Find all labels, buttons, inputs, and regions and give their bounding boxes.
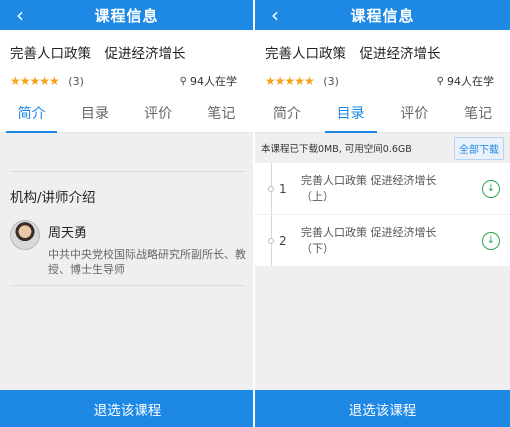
learner-count: ⚲ 94人在学 [180, 73, 237, 89]
chapter-item[interactable]: 2 完善人口政策 促进经济增长（下） ↓ [255, 215, 510, 267]
chapter-item[interactable]: 1 完善人口政策 促进经济增长（上） ↓ [255, 163, 510, 215]
course-info: 完善人口政策 促进经济增长 ★★★★★ (3) ⚲ 94人在学 [0, 30, 253, 97]
chapter-index: 1 [279, 181, 287, 196]
chapter-index: 2 [279, 233, 287, 248]
teacher-name: 周天勇 [48, 226, 88, 241]
course-info: 完善人口政策 促进经济增长 ★★★★★ (3) ⚲ 94人在学 [255, 30, 510, 97]
storage-bar: 本课程已下载0MB, 可用空间0.6GB 全部下载 [255, 133, 510, 163]
tab-catalog[interactable]: 目录 [319, 97, 383, 133]
page-title: 课程信息 [94, 6, 159, 25]
course-title: 完善人口政策 促进经济增长 [265, 46, 441, 62]
page-title: 课程信息 [350, 6, 415, 25]
intro-content: 机构/讲师介绍 周天勇 中共中央党校国际战略研究所副所长、教授、博士生导师 [0, 133, 253, 397]
tab-intro[interactable]: 简介 [255, 97, 319, 132]
download-all-button[interactable]: 全部下载 [454, 136, 504, 160]
top-bar: ‹ 课程信息 [255, 0, 510, 30]
star-rating-icon: ★★★★★ [265, 74, 315, 88]
course-meta: ★★★★★ (3) ⚲ 94人在学 [10, 73, 243, 89]
storage-text: 本课程已下载0MB, 可用空间0.6GB [261, 144, 412, 155]
rating: ★★★★★ (3) [10, 74, 84, 88]
teacher-intro-card: 机构/讲师介绍 周天勇 中共中央党校国际战略研究所副所长、教授、博士生导师 [0, 171, 253, 286]
chapter-name: 完善人口政策 促进经济增长（上） [301, 173, 437, 203]
teacher-text: 周天勇 中共中央党校国际战略研究所副所长、教授、博士生导师 [48, 218, 248, 277]
timeline-node-icon [268, 185, 274, 192]
drop-course-button[interactable]: 退选该课程 [0, 390, 253, 427]
tab-bar: 简介 目录 评价 笔记 [255, 97, 510, 133]
screen-intro: ‹ 课程信息 完善人口政策 促进经济增长 ★★★★★ (3) ⚲ 94人在学 简… [0, 0, 255, 427]
tab-reviews[interactable]: 评价 [383, 97, 447, 132]
tab-reviews[interactable]: 评价 [127, 97, 190, 132]
rating-count: (3) [68, 75, 84, 88]
learner-count-label: 94人在学 [447, 75, 494, 88]
teacher-row: 周天勇 中共中央党校国际战略研究所副所长、教授、博士生导师 [0, 216, 253, 277]
person-icon: ⚲ [436, 75, 444, 87]
chapter-list: 1 完善人口政策 促进经济增长（上） ↓ 2 完善人口政策 促进经济增长（下） … [255, 163, 510, 267]
rating: ★★★★★ (3) [265, 74, 339, 88]
rating-count: (3) [323, 75, 339, 88]
star-rating-icon: ★★★★★ [10, 74, 60, 88]
teacher-description: 中共中央党校国际战略研究所副所长、教授、博士生导师 [48, 248, 246, 276]
intro-heading: 机构/讲师介绍 [10, 190, 96, 206]
timeline-node-icon [268, 237, 274, 244]
avatar [10, 220, 40, 250]
tab-intro[interactable]: 简介 [0, 97, 63, 133]
tab-notes[interactable]: 笔记 [446, 97, 510, 132]
download-arrow-icon[interactable]: ↓ [482, 231, 500, 250]
course-title: 完善人口政策 促进经济增长 [10, 46, 186, 62]
learner-count: ⚲ 94人在学 [437, 73, 494, 89]
screen-catalog: ‹ 课程信息 完善人口政策 促进经济增长 ★★★★★ (3) ⚲ 94人在学 简… [255, 0, 510, 427]
tab-bar: 简介 目录 评价 笔记 [0, 97, 253, 133]
download-arrow-icon[interactable]: ↓ [482, 179, 500, 198]
back-chevron-icon[interactable]: ‹ [8, 2, 32, 28]
person-icon: ⚲ [179, 75, 187, 87]
drop-course-button[interactable]: 退选该课程 [255, 390, 510, 427]
tab-notes[interactable]: 笔记 [190, 97, 253, 132]
divider [10, 285, 245, 286]
top-bar: ‹ 课程信息 [0, 0, 253, 30]
learner-count-label: 94人在学 [190, 75, 237, 88]
back-chevron-icon[interactable]: ‹ [263, 2, 287, 28]
course-meta: ★★★★★ (3) ⚲ 94人在学 [265, 73, 500, 89]
tab-catalog[interactable]: 目录 [63, 97, 126, 132]
chapter-name: 完善人口政策 促进经济增长（下） [301, 225, 437, 255]
app-root: ‹ 课程信息 完善人口政策 促进经济增长 ★★★★★ (3) ⚲ 94人在学 简… [0, 0, 510, 427]
